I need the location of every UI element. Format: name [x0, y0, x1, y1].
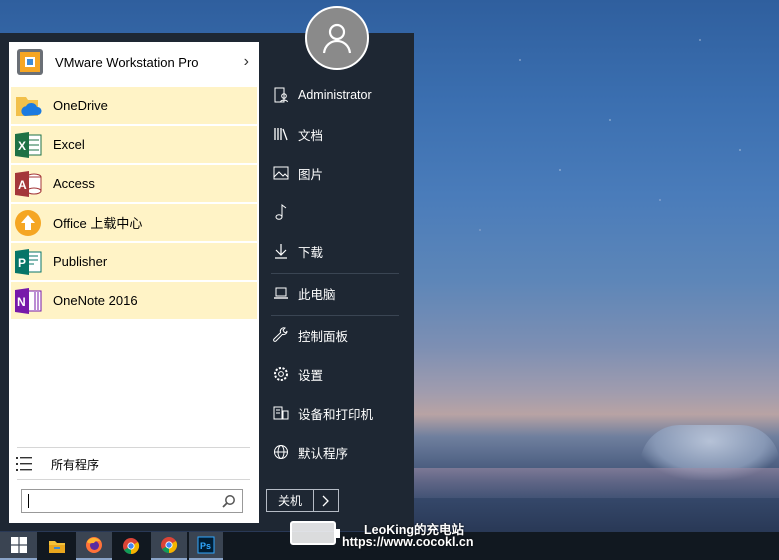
start-button[interactable] — [0, 532, 37, 560]
svg-text:P: P — [18, 256, 26, 270]
devices-icon — [270, 405, 292, 421]
right-item-label: 下载 — [298, 245, 324, 260]
divider — [271, 315, 399, 316]
start-menu-left-panel: VMware Workstation Pro › OneDrive X Exce… — [9, 42, 259, 523]
app-label: Office 上载中心 — [53, 216, 143, 231]
search-input[interactable] — [21, 489, 243, 513]
right-item-label: Administrator — [298, 88, 372, 102]
taskbar-firefox[interactable] — [76, 532, 112, 560]
taskbar-chrome-1[interactable] — [114, 532, 148, 560]
publisher-icon: P — [13, 247, 43, 277]
right-item-label: 设置 — [298, 368, 324, 383]
right-item-label: 此电脑 — [298, 287, 336, 302]
app-label: OneDrive — [53, 98, 108, 113]
laptop-icon — [270, 286, 292, 300]
taskbar-photoshop[interactable]: Ps — [189, 532, 223, 560]
right-item-settings[interactable]: 设置 — [259, 359, 414, 389]
divider — [271, 273, 399, 274]
app-label: Excel — [53, 137, 85, 152]
app-onedrive[interactable]: OneDrive — [11, 87, 257, 124]
pinned-app-label: VMware Workstation Pro — [55, 54, 199, 70]
user-icon — [322, 23, 352, 54]
app-label: Publisher — [53, 254, 108, 269]
user-avatar[interactable] — [305, 6, 369, 70]
right-item-administrator[interactable]: Administrator — [259, 80, 414, 110]
all-programs-button[interactable]: 所有程序 — [9, 453, 259, 475]
pinned-app-vmware[interactable]: VMware Workstation Pro › — [9, 42, 259, 82]
all-programs-label: 所有程序 — [51, 457, 100, 472]
onenote-icon: N — [13, 286, 43, 316]
download-icon — [270, 243, 292, 259]
taskbar-chrome-2[interactable] — [151, 532, 187, 560]
svg-text:X: X — [18, 139, 26, 153]
battery-logo-icon — [290, 521, 340, 545]
globe-icon — [270, 444, 292, 460]
right-item-default-programs[interactable]: 默认程序 — [259, 437, 414, 467]
watermark: LeoKing的充电站 https://www.cocokl.cn — [290, 518, 510, 550]
right-item-downloads[interactable]: 下载 — [259, 236, 414, 266]
file-explorer-icon — [49, 541, 65, 553]
divider — [17, 479, 250, 480]
right-item-this-pc[interactable]: 此电脑 — [259, 278, 414, 308]
app-label: Access — [53, 176, 95, 191]
right-item-documents[interactable]: 文档 — [259, 119, 414, 149]
watermark-line2: https://www.cocokl.cn — [342, 535, 474, 549]
start-menu: VMware Workstation Pro › OneDrive X Exce… — [0, 33, 414, 531]
list-icon — [16, 457, 32, 471]
taskbar-file-explorer[interactable] — [40, 532, 74, 560]
shutdown-button[interactable]: 关机 — [266, 489, 314, 512]
svg-text:A: A — [18, 178, 27, 192]
app-onenote[interactable]: N OneNote 2016 — [11, 282, 257, 319]
user-folder-icon — [270, 87, 292, 103]
firefox-icon — [86, 537, 102, 553]
right-item-label: 文档 — [298, 128, 324, 143]
library-icon — [270, 126, 292, 142]
right-item-label: 默认程序 — [298, 446, 349, 461]
chevron-right-icon — [322, 495, 329, 506]
onedrive-icon — [13, 91, 43, 121]
text-caret — [28, 494, 29, 508]
divider — [17, 447, 250, 448]
right-item-music[interactable] — [259, 197, 414, 227]
app-access[interactable]: A Access — [11, 165, 257, 202]
shutdown-options-button[interactable] — [314, 489, 339, 512]
access-icon: A — [13, 169, 43, 199]
app-label: OneNote 2016 — [53, 293, 138, 308]
app-excel[interactable]: X Excel — [11, 126, 257, 163]
music-note-icon — [270, 203, 292, 221]
chrome-icon — [161, 537, 178, 554]
picture-icon — [270, 165, 292, 181]
right-item-label: 控制面板 — [298, 329, 349, 344]
app-publisher[interactable]: P Publisher — [11, 243, 257, 280]
start-menu-right-panel: Administrator 文档 图片 下载 此电脑 控制面板 设置 设备和打印… — [259, 33, 414, 531]
office-upload-icon — [13, 208, 43, 238]
excel-icon: X — [13, 130, 43, 160]
photoshop-icon: Ps — [197, 536, 215, 554]
power-controls: 关机 — [266, 489, 339, 512]
vmware-icon — [15, 47, 45, 77]
wrench-icon — [270, 327, 292, 343]
right-item-label: 设备和打印机 — [298, 407, 374, 422]
app-office-upload-center[interactable]: Office 上载中心 — [11, 204, 257, 241]
chrome-icon — [123, 538, 140, 555]
chevron-right-icon[interactable]: › — [244, 53, 249, 71]
right-item-control-panel[interactable]: 控制面板 — [259, 320, 414, 350]
right-item-label: 图片 — [298, 167, 324, 182]
right-item-pictures[interactable]: 图片 — [259, 158, 414, 188]
svg-text:Ps: Ps — [200, 541, 211, 551]
svg-text:N: N — [17, 295, 26, 309]
gear-icon — [270, 366, 292, 382]
search-icon[interactable] — [222, 494, 236, 508]
windows-start-icon — [10, 537, 27, 553]
right-item-devices-printers[interactable]: 设备和打印机 — [259, 398, 414, 428]
